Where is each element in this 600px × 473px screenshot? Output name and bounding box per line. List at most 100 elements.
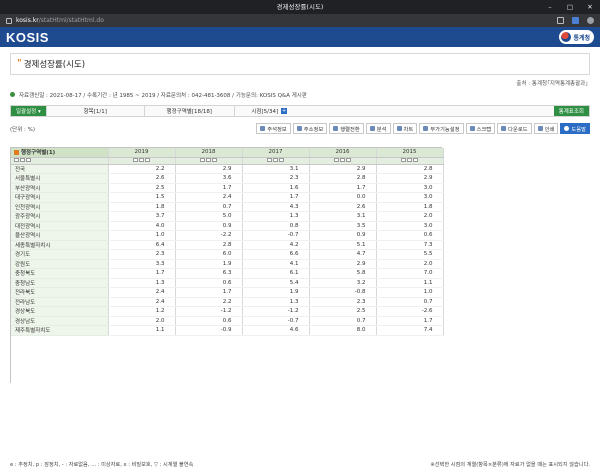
kosis-logo[interactable]: KOSIS	[6, 30, 49, 45]
account-icon[interactable]	[587, 17, 594, 24]
region-cell: 충청남도	[11, 278, 109, 288]
sort-asc-icon[interactable]	[132, 158, 138, 162]
year-column-header[interactable]: 2016	[309, 148, 377, 158]
browser-actions	[557, 17, 594, 24]
tab-region[interactable]: 행정구역별[18/18]	[143, 106, 234, 116]
extra-settings-button[interactable]: 부가기능설정	[419, 123, 464, 134]
value-cell: 1.3	[242, 297, 310, 307]
sort-controls[interactable]	[175, 157, 243, 165]
sort-asc-icon[interactable]	[199, 158, 205, 162]
tab-time[interactable]: 시점[5/34] +	[233, 106, 304, 116]
year-column-header[interactable]: 2015	[376, 148, 444, 158]
region-cell: 세종특별자치시	[11, 240, 109, 250]
value-cell: 2.4	[175, 192, 243, 203]
help-label: 도움말	[571, 126, 586, 133]
data-grid: 행정구역별(1) 2019 2018 2017 2016 2015 전국 2.2 2…	[10, 147, 444, 383]
region-cell: 강원도	[11, 259, 109, 269]
value-cell: 3.0	[376, 221, 444, 231]
value-cell: 2.9	[309, 259, 377, 269]
sort-controls[interactable]	[242, 157, 310, 165]
sort-asc-icon[interactable]	[333, 158, 339, 162]
sort-controls[interactable]	[376, 157, 444, 165]
print-button[interactable]: 인쇄	[533, 123, 559, 134]
region-column-header[interactable]: 행정구역별(1)	[11, 148, 109, 158]
gear-icon	[423, 126, 429, 131]
plus-icon[interactable]: +	[281, 108, 288, 114]
year-column-header[interactable]: 2018	[175, 148, 243, 158]
table-row: 전라북도 2.4 1.7 1.9 -0.8 1.0	[11, 287, 444, 298]
table-row: 전라남도 2.4 2.2 1.3 2.3 0.7	[11, 297, 444, 307]
year-column-header[interactable]: 2019	[108, 148, 176, 158]
value-cell: 5.4	[242, 278, 310, 288]
sort-asc-icon[interactable]	[266, 158, 272, 162]
scrap-button[interactable]: 스크랩	[465, 123, 496, 134]
sort-desc-icon[interactable]	[406, 158, 412, 162]
condition-tabs: 일괄설정 ▾ 항목[1/1] 행정구역별[18/18] 시점[5/34] + 통…	[10, 105, 590, 117]
address-bar[interactable]: kosis.kr /statHtml/statHtml.do	[0, 14, 600, 27]
value-cell: 1.0	[376, 287, 444, 298]
sort-controls[interactable]	[108, 157, 176, 165]
address-info-button[interactable]: 주소정보	[292, 123, 328, 134]
window-controls: – □ ✕	[546, 0, 594, 14]
table-row: 제주특별자치도 1.1 -0.9 4.6 8.0 7.4	[11, 325, 444, 336]
value-cell: 2.8	[376, 164, 444, 174]
region-cell: 인천광역시	[11, 202, 109, 212]
help-button[interactable]: 도움말	[560, 123, 590, 134]
sort-desc-icon[interactable]	[272, 158, 278, 162]
sort-asc-icon[interactable]	[14, 158, 19, 162]
value-cell: 6.1	[242, 268, 310, 279]
filter-icon[interactable]	[26, 158, 31, 162]
filter-icon[interactable]	[345, 158, 351, 162]
filter-icon[interactable]	[211, 158, 217, 162]
value-cell: 2.9	[376, 173, 444, 184]
value-cell: 1.3	[242, 211, 310, 222]
value-cell: 0.6	[175, 316, 243, 326]
sort-desc-icon[interactable]	[20, 158, 25, 162]
value-cell: 1.7	[175, 183, 243, 193]
bulk-settings-button[interactable]: 일괄설정 ▾	[11, 106, 46, 116]
minimize-button[interactable]: –	[546, 0, 554, 14]
sort-desc-icon[interactable]	[205, 158, 211, 162]
filter-icon[interactable]	[278, 158, 284, 162]
stat-report-button[interactable]: 통계표조회	[553, 106, 589, 116]
tab-time-label: 시점[5/34]	[251, 109, 279, 115]
value-cell: 1.8	[108, 202, 176, 212]
footnote-icon	[260, 126, 266, 131]
analysis-button[interactable]: 분석	[365, 123, 391, 134]
value-cell: 3.1	[242, 164, 310, 174]
sort-desc-icon[interactable]	[138, 158, 144, 162]
bookmark-icon[interactable]	[557, 17, 564, 24]
value-cell: 3.0	[376, 192, 444, 203]
address-info-label: 주소정보	[303, 126, 324, 133]
value-cell: 7.3	[376, 240, 444, 250]
value-cell: 4.0	[108, 221, 176, 231]
sort-asc-icon[interactable]	[400, 158, 406, 162]
value-cell: 0.6	[376, 230, 444, 241]
year-column-header[interactable]: 2017	[242, 148, 310, 158]
download-label: 다운로드	[508, 126, 528, 133]
translate-icon[interactable]	[572, 17, 579, 24]
download-button[interactable]: 다운로드	[497, 123, 532, 134]
agency-logo[interactable]: 통계청	[559, 30, 594, 44]
tab-item[interactable]: 항목[1/1]	[45, 106, 144, 116]
filter-icon[interactable]	[144, 158, 150, 162]
value-cell: 1.6	[242, 183, 310, 193]
value-cell: 2.2	[108, 164, 176, 174]
value-cell: 2.4	[108, 287, 176, 298]
chart-button[interactable]: 차트	[392, 123, 418, 134]
value-cell: 2.6	[108, 173, 176, 184]
sort-desc-icon[interactable]	[339, 158, 345, 162]
close-button[interactable]: ✕	[586, 0, 594, 14]
filter-icon[interactable]	[412, 158, 418, 162]
pivot-button[interactable]: 행렬전환	[329, 123, 364, 134]
sort-controls[interactable]	[309, 157, 377, 165]
header-row: 행정구역별(1) 2019 2018 2017 2016 2015	[11, 148, 444, 158]
table-body: 전국 2.2 2.9 3.1 2.9 2.8 서울특별시 2.6 3.6 2.3 2.8 2.9 부산광…	[11, 164, 444, 336]
tool-buttons: 주석정보 주소정보 행렬전환 분석 차트 부가기능설정 스크랩 다운로드 인쇄 …	[256, 123, 590, 134]
table-row: 대구광역시 1.5 2.4 1.7 0.0 3.0	[11, 192, 444, 203]
maximize-button[interactable]: □	[566, 0, 574, 14]
print-icon	[537, 126, 543, 131]
footnote-button[interactable]: 주석정보	[256, 123, 291, 134]
value-cell: -0.7	[242, 316, 310, 326]
sort-controls[interactable]	[11, 157, 109, 165]
